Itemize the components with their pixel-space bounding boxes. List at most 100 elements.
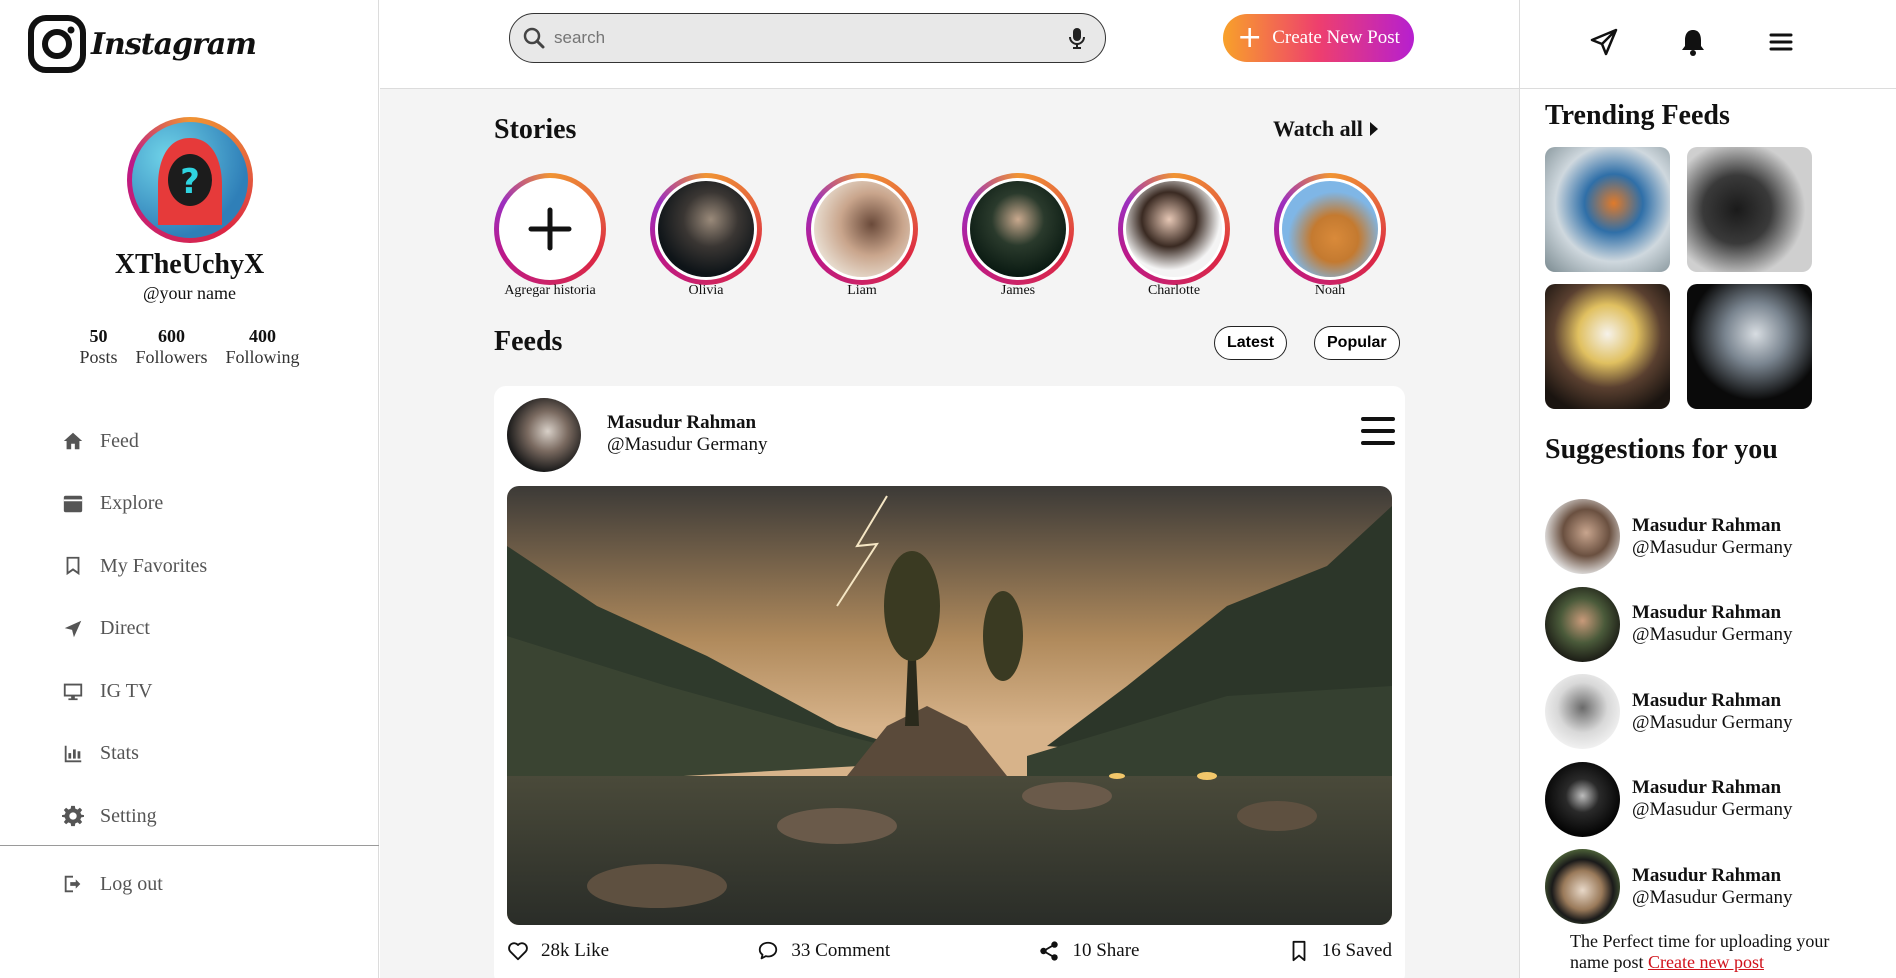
suggestion-item[interactable]: Masudur Rahman @Masudur Germany bbox=[1545, 493, 1793, 581]
microphone-icon[interactable] bbox=[1067, 26, 1087, 50]
create-new-post-button[interactable]: + Create New Post bbox=[1223, 14, 1414, 62]
save-button[interactable]: 16 Saved bbox=[1288, 940, 1392, 962]
story-ring bbox=[494, 173, 606, 285]
suggestion-handle: @Masudur Germany bbox=[1632, 711, 1793, 733]
share-count: 10 Share bbox=[1072, 940, 1140, 961]
feeds-title: Feeds bbox=[494, 326, 563, 357]
stat-followers[interactable]: 600 Followers bbox=[136, 326, 208, 368]
watch-all-label: Watch all bbox=[1273, 116, 1363, 141]
bell-icon[interactable] bbox=[1677, 26, 1709, 58]
sidebar-item-igtv[interactable]: IG TV bbox=[60, 660, 207, 723]
trending-grid bbox=[1545, 147, 1812, 409]
filter-popular-button[interactable]: Popular bbox=[1314, 326, 1400, 360]
suggestion-handle: @Masudur Germany bbox=[1632, 799, 1793, 821]
story-item[interactable]: Charlotte bbox=[1118, 173, 1230, 299]
create-new-post-link[interactable]: Create new post bbox=[1648, 952, 1764, 972]
suggestion-avatar bbox=[1545, 761, 1620, 837]
header-actions bbox=[1519, 0, 1896, 89]
search-bar[interactable] bbox=[509, 13, 1106, 63]
stat-posts[interactable]: 50 Posts bbox=[79, 326, 117, 368]
suggestion-text: Masudur Rahman @Masudur Germany bbox=[1632, 777, 1793, 821]
stat-following[interactable]: 400 Following bbox=[226, 326, 300, 368]
suggestion-item[interactable]: Masudur Rahman @Masudur Germany bbox=[1545, 843, 1793, 931]
add-story-icon bbox=[502, 181, 598, 277]
bookmark-icon bbox=[1292, 940, 1306, 962]
sidebar-item-favorites[interactable]: My Favorites bbox=[60, 535, 207, 598]
suggestion-name: Masudur Rahman bbox=[1632, 514, 1782, 536]
logout-icon bbox=[60, 871, 86, 897]
share-icon bbox=[1040, 941, 1059, 961]
sidebar-item-feed[interactable]: Feed bbox=[60, 410, 207, 473]
suggestion-text: Masudur Rahman @Masudur Germany bbox=[1632, 690, 1793, 734]
sidebar-item-label: Direct bbox=[100, 617, 150, 640]
sidebar-item-explore[interactable]: Explore bbox=[60, 473, 207, 536]
story-label: Olivia bbox=[688, 283, 724, 298]
story-item[interactable]: James bbox=[962, 173, 1074, 299]
trending-image[interactable] bbox=[1687, 284, 1812, 409]
story-avatar bbox=[970, 181, 1066, 277]
main-feed: Stories Watch all Agregar historia Olivi… bbox=[380, 89, 1519, 978]
story-label: James bbox=[1000, 283, 1036, 298]
story-item[interactable]: Olivia bbox=[650, 173, 762, 299]
menu-icon[interactable] bbox=[1765, 26, 1797, 58]
logout-label: Log out bbox=[100, 872, 163, 895]
suggestions-list: Masudur Rahman @Masudur Germany Masudur … bbox=[1545, 493, 1793, 931]
compass-icon bbox=[60, 491, 86, 517]
like-button[interactable]: 28k Like bbox=[507, 940, 609, 962]
trending-image[interactable] bbox=[1545, 147, 1670, 272]
trending-image[interactable] bbox=[1687, 147, 1812, 272]
chart-icon bbox=[60, 741, 86, 767]
profile-avatar-ring[interactable]: ? bbox=[126, 117, 253, 243]
upload-note: The Perfect time for uploading your name… bbox=[1570, 931, 1870, 972]
post-author-name[interactable]: Masudur Rahman bbox=[607, 412, 756, 434]
tv-icon bbox=[60, 678, 86, 704]
story-item[interactable]: Liam bbox=[806, 173, 918, 299]
suggestion-item[interactable]: Masudur Rahman @Masudur Germany bbox=[1545, 668, 1793, 756]
trending-image[interactable] bbox=[1545, 284, 1670, 409]
story-ring bbox=[806, 173, 918, 285]
sidebar-item-label: Explore bbox=[100, 492, 164, 515]
sidebar-divider bbox=[0, 845, 379, 846]
post-author-avatar[interactable] bbox=[507, 398, 581, 472]
story-avatar bbox=[658, 181, 754, 277]
story-avatar bbox=[1282, 181, 1378, 277]
story-add[interactable]: Agregar historia bbox=[494, 173, 606, 299]
sidebar-item-direct[interactable]: Direct bbox=[60, 598, 207, 661]
suggestion-item[interactable]: Masudur Rahman @Masudur Germany bbox=[1545, 581, 1793, 669]
suggestion-text: Masudur Rahman @Masudur Germany bbox=[1632, 602, 1793, 646]
story-ring bbox=[1118, 173, 1230, 285]
send-icon[interactable] bbox=[1588, 26, 1620, 58]
comment-button[interactable]: 33 Comment bbox=[757, 940, 890, 962]
sidebar-item-stats[interactable]: Stats bbox=[60, 723, 207, 786]
post-menu-icon[interactable] bbox=[1361, 416, 1395, 446]
suggestion-name: Masudur Rahman bbox=[1632, 777, 1782, 799]
suggestion-avatar bbox=[1545, 499, 1620, 575]
sidebar-item-setting[interactable]: Setting bbox=[60, 785, 207, 848]
story-inner bbox=[1279, 178, 1381, 280]
suggestion-handle: @Masudur Germany bbox=[1632, 624, 1793, 646]
instagram-logo-icon bbox=[28, 15, 86, 73]
post-photo[interactable] bbox=[507, 486, 1392, 925]
story-ring bbox=[1274, 173, 1386, 285]
story-inner bbox=[1123, 178, 1225, 280]
suggestion-name: Masudur Rahman bbox=[1632, 689, 1782, 711]
story-inner bbox=[811, 178, 913, 280]
watch-all-link[interactable]: Watch all bbox=[1273, 116, 1379, 142]
sidebar-item-label: IG TV bbox=[100, 679, 153, 702]
profile-stats: 50 Posts 600 Followers 400 Following bbox=[0, 326, 379, 368]
share-button[interactable]: 10 Share bbox=[1038, 940, 1139, 962]
profile-handle: @your name bbox=[142, 283, 237, 303]
suggestion-item[interactable]: Masudur Rahman @Masudur Germany bbox=[1545, 756, 1793, 844]
stat-value: 50 bbox=[89, 326, 108, 346]
top-bar: + Create New Post bbox=[380, 0, 1519, 89]
saved-count: 16 Saved bbox=[1321, 940, 1392, 961]
suggestion-avatar bbox=[1545, 586, 1620, 662]
search-input[interactable] bbox=[554, 28, 1067, 48]
brand[interactable]: Instagram bbox=[27, 14, 257, 74]
story-ring bbox=[650, 173, 762, 285]
right-sidebar: Trending Feeds Suggestions for you Masud… bbox=[1519, 89, 1896, 978]
story-item[interactable]: Noah bbox=[1274, 173, 1386, 299]
filter-latest-button[interactable]: Latest bbox=[1214, 326, 1288, 360]
logout-button[interactable]: Log out bbox=[60, 853, 163, 916]
suggestion-handle: @Masudur Germany bbox=[1632, 536, 1793, 558]
